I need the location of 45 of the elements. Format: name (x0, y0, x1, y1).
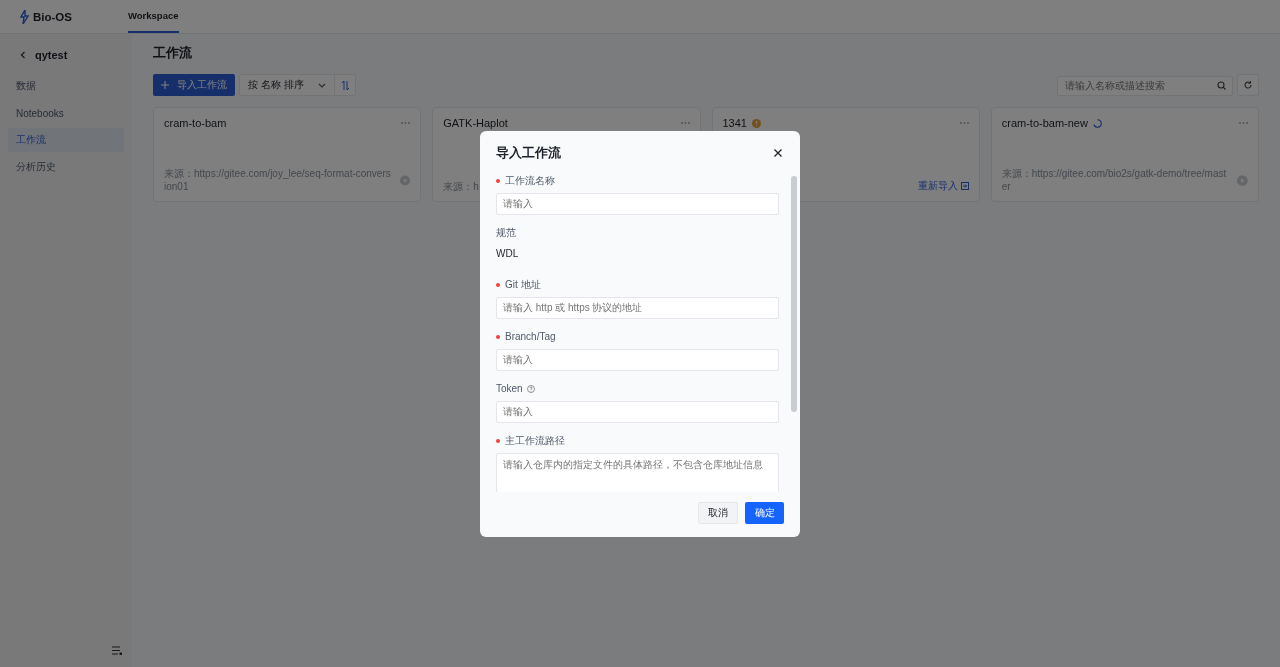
field-label: Git 地址 (505, 277, 541, 292)
text-input[interactable]: 请输入 (496, 400, 779, 423)
field-value: WDL (496, 246, 520, 261)
chevron-down-icon (318, 82, 326, 88)
field-label: Token (496, 383, 523, 394)
sort-arrows-icon (341, 80, 349, 90)
field-label: 主工作流路径 (505, 433, 565, 448)
collapse-icon[interactable] (112, 646, 122, 655)
sidebar-item[interactable]: 工作流 (8, 128, 124, 152)
logo-icon (20, 9, 29, 24)
dialog-title: 导入工作流 (496, 144, 561, 162)
workspace-name: qytest (35, 49, 68, 61)
search-icon (1217, 80, 1226, 90)
help-icon[interactable] (526, 384, 535, 393)
text-input[interactable]: 请输入 (496, 192, 779, 215)
path-textarea[interactable]: 请输入仓库内的指定文件的具体路径，不包含仓库地址信息 (496, 452, 779, 492)
plus-icon (161, 81, 169, 89)
text-input[interactable]: 请输入 http 或 https 协议的地址 (496, 296, 779, 319)
refresh-icon (1244, 81, 1252, 89)
workflow-title: GATK-Haplot (443, 117, 508, 129)
scrollbar-thumb[interactable] (791, 175, 797, 412)
nav-tab[interactable]: Workspace (128, 0, 179, 33)
workflow-title: cram-to-bam-new (1001, 117, 1088, 129)
import-icon (960, 182, 969, 190)
app-name: Bio-OS (33, 10, 72, 23)
play-icon[interactable] (1237, 175, 1248, 186)
sidebar-item[interactable]: 数据 (8, 74, 124, 98)
import-workflow-button[interactable]: 导入工作流 (153, 74, 235, 96)
workflow-title: cram-to-bam (164, 117, 227, 129)
close-icon[interactable] (774, 149, 782, 157)
reimport-link[interactable]: 重新导入 (917, 179, 969, 193)
sidebar-item[interactable]: Notebooks (8, 101, 124, 125)
back-icon[interactable] (20, 51, 26, 59)
text-input[interactable]: 请输入 (496, 348, 779, 371)
refresh-button[interactable] (1237, 74, 1259, 96)
sidebar-item[interactable]: 分析历史 (8, 155, 124, 179)
page-title: 工作流 (153, 44, 193, 62)
confirm-button[interactable]: 确定 (745, 501, 784, 524)
field-label: Branch/Tag (505, 331, 556, 342)
search-field[interactable]: 请输入名称或描述搜索 (1057, 75, 1233, 96)
workflow-title: 1341 (722, 117, 747, 129)
play-icon[interactable] (400, 175, 411, 186)
field-label: 规范 (496, 225, 516, 240)
field-label: 工作流名称 (505, 173, 555, 188)
cancel-button[interactable]: 取消 (698, 501, 738, 524)
